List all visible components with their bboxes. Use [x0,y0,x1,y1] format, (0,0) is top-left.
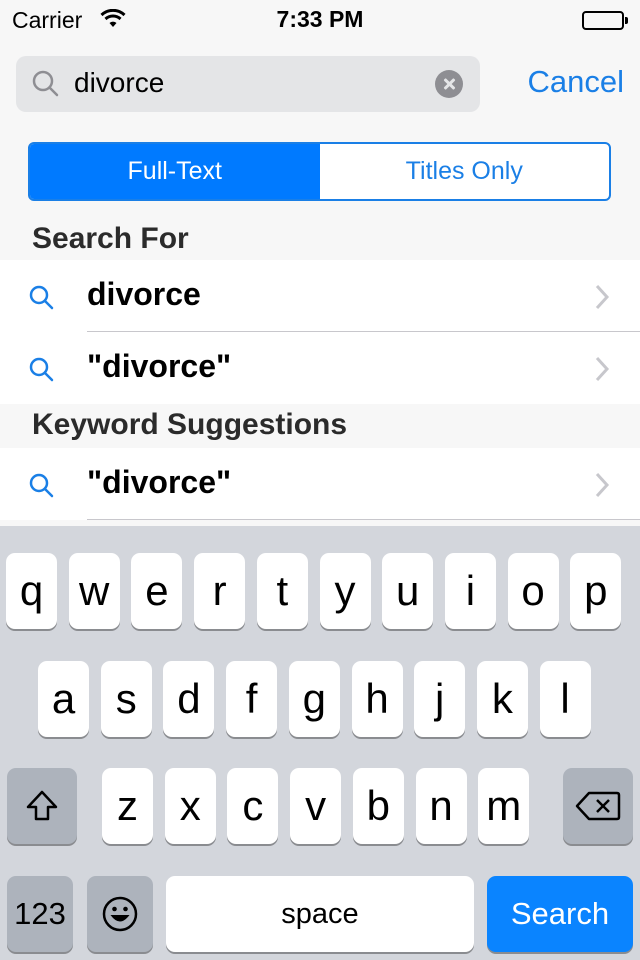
search-key[interactable]: Search [487,876,633,952]
keyboard: qwertyuiop asdfghjkl zxcvbnm 123 space S… [0,526,640,960]
key-e[interactable]: e [131,553,183,629]
key-x[interactable]: x [164,768,216,844]
section-header-search-for: Search For [0,222,640,260]
search-icon [28,356,56,389]
numbers-key[interactable]: 123 [7,876,73,952]
key-v[interactable]: v [290,768,342,844]
search-icon [31,69,61,104]
key-d[interactable]: d [163,661,215,737]
search-input[interactable] [74,67,424,99]
key-p[interactable]: p [570,553,622,629]
key-k[interactable]: k [476,661,528,737]
list-item-label: divorce [87,276,201,312]
status-bar: Carrier 7:33 PM [0,0,640,40]
list-item[interactable]: "divorce" [0,332,640,404]
chevron-right-icon [594,472,610,503]
list-item[interactable]: "divorce" [0,448,640,520]
search-bar: Cancel [16,56,624,112]
key-o[interactable]: o [507,553,559,629]
backspace-key[interactable] [563,768,633,844]
chevron-right-icon [594,356,610,387]
list-item[interactable]: divorce [0,260,640,332]
battery-icon [582,11,628,30]
key-w[interactable]: w [68,553,120,629]
key-n[interactable]: n [415,768,467,844]
key-y[interactable]: y [319,553,371,629]
search-icon [28,284,56,317]
chevron-right-icon [594,284,610,315]
key-f[interactable]: f [226,661,278,737]
key-q[interactable]: q [6,553,57,629]
key-l[interactable]: l [539,661,591,737]
cancel-button[interactable]: Cancel [528,64,625,100]
key-j[interactable]: j [414,661,466,737]
key-s[interactable]: s [100,661,152,737]
key-c[interactable]: c [227,768,279,844]
key-a[interactable]: a [38,661,89,737]
key-b[interactable]: b [352,768,404,844]
section-header-keyword-suggestions: Keyword Suggestions [0,404,640,448]
segment-titles-only[interactable]: Titles Only [320,144,610,199]
keyword-suggestions-list: "divorce" [0,448,640,520]
key-g[interactable]: g [288,661,340,737]
key-t[interactable]: t [256,553,308,629]
key-m[interactable]: m [478,768,530,844]
shift-key[interactable] [7,768,77,844]
key-i[interactable]: i [444,553,496,629]
search-scope-control: Full-Text Titles Only [28,142,611,201]
search-icon [28,472,56,505]
key-h[interactable]: h [351,661,403,737]
clear-icon[interactable] [435,70,463,98]
key-r[interactable]: r [194,553,246,629]
key-u[interactable]: u [382,553,434,629]
list-item-label: "divorce" [87,464,232,500]
clock: 7:33 PM [276,6,364,32]
segment-full-text[interactable]: Full-Text [30,144,320,199]
search-for-list: divorce "divorce" [0,260,640,404]
search-field[interactable] [16,56,480,112]
space-key[interactable]: space [166,876,474,952]
emoji-key[interactable] [87,876,153,952]
separator [87,519,640,520]
list-item-label: "divorce" [87,348,232,384]
key-z[interactable]: z [102,768,153,844]
